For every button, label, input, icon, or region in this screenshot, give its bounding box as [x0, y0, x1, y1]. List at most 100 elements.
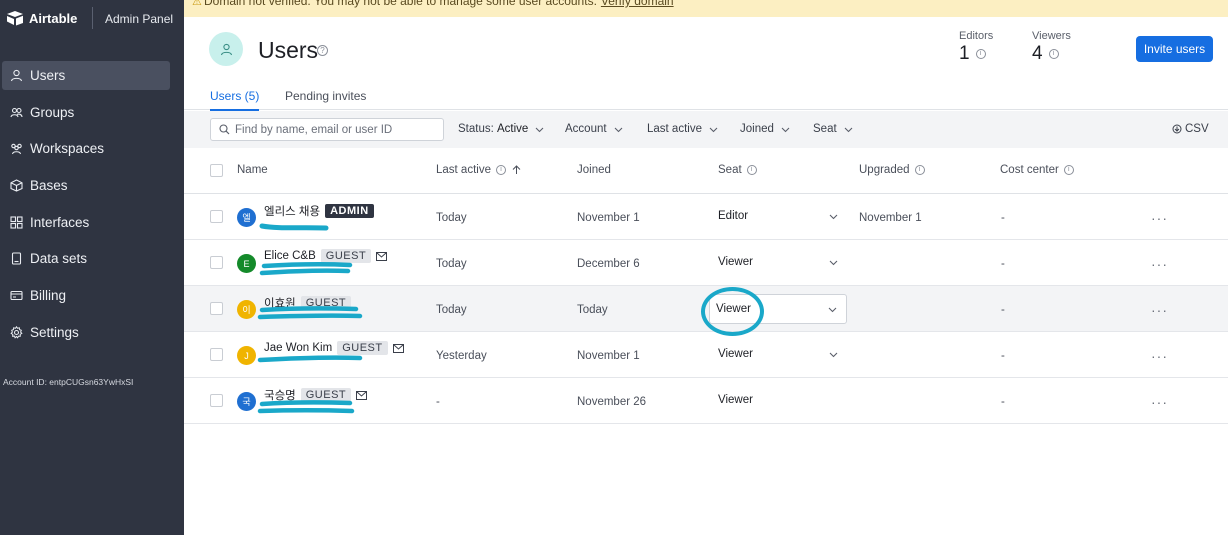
info-icon[interactable]: i: [495, 165, 506, 175]
sidebar-item-groups[interactable]: Groups: [2, 98, 170, 127]
column-header-cost-center[interactable]: Cost center i: [1000, 164, 1074, 176]
sidebar-item-label: Interfaces: [30, 214, 90, 230]
grid-icon: [10, 216, 23, 229]
last-active-cell: Today: [436, 304, 467, 316]
groups-icon: [10, 106, 23, 119]
avatar: 국: [237, 392, 256, 411]
last-active-filter[interactable]: Last active: [647, 123, 718, 135]
table-header: Name Last active i Joined Seat i Upgraded i…: [184, 148, 1228, 194]
joined-cell: November 1: [577, 212, 640, 224]
card-icon: [10, 289, 23, 302]
column-header-last-active[interactable]: Last active i: [436, 164, 521, 176]
seat-select[interactable]: Viewer: [712, 347, 842, 364]
table-row[interactable]: 엘 엘리스 채용 ADMIN Today November 1 Editor No…: [184, 194, 1228, 240]
more-options-icon[interactable]: ···: [1151, 256, 1168, 272]
sidebar-item-interfaces[interactable]: Interfaces: [2, 208, 170, 237]
joined-cell: November 26: [577, 396, 647, 408]
mail-icon: [392, 343, 404, 353]
sidebar-item-bases[interactable]: Bases: [2, 171, 170, 200]
redaction-scribble: [259, 262, 353, 276]
seat-value: Viewer: [718, 256, 753, 268]
sidebar-item-label: Settings: [30, 324, 79, 340]
viewers-label: Viewers: [1032, 30, 1071, 42]
sidebar: Airtable Admin Panel Users Groups Worksp…: [0, 0, 184, 535]
sidebar-item-label: Bases: [30, 178, 68, 194]
chevron-down-icon: [829, 352, 838, 358]
info-icon[interactable]: i: [746, 165, 757, 175]
status-filter[interactable]: Status: Active: [458, 123, 544, 135]
chevron-down-icon: [709, 127, 718, 132]
upgraded-cell: November 1: [859, 212, 922, 224]
sidebar-item-users[interactable]: Users: [2, 61, 170, 90]
row-checkbox[interactable]: [210, 348, 223, 361]
info-icon[interactable]: i: [914, 165, 925, 175]
info-icon[interactable]: i: [975, 49, 986, 59]
row-checkbox[interactable]: [210, 394, 223, 407]
banner-message: Domain not verified. You may not be able…: [204, 0, 597, 8]
admin-panel: Airtable Admin Panel Users Groups Worksp…: [0, 0, 1228, 535]
avatar: 이: [237, 300, 256, 319]
row-checkbox[interactable]: [210, 302, 223, 315]
help-icon[interactable]: ?: [317, 45, 328, 56]
info-icon[interactable]: i: [1048, 49, 1059, 59]
more-options-icon[interactable]: ···: [1151, 348, 1168, 364]
joined-filter[interactable]: Joined: [740, 123, 790, 135]
editors-count: 1: [959, 43, 970, 64]
mail-icon: [376, 251, 388, 261]
search-box[interactable]: [210, 118, 444, 141]
more-options-icon[interactable]: ···: [1151, 394, 1168, 410]
sidebar-item-label: Data sets: [30, 251, 88, 267]
domain-warning-banner: ⚠ Domain not verified. You may not be ab…: [184, 0, 1228, 17]
row-checkbox[interactable]: [210, 210, 223, 223]
verify-domain-link[interactable]: Verify domain: [601, 0, 674, 8]
banner-text: Domain not verified. You may not be able…: [204, 0, 674, 8]
brand-name: Airtable: [29, 10, 78, 26]
user-icon: [220, 43, 232, 55]
export-csv-button[interactable]: CSV: [1172, 123, 1209, 135]
last-active-cell: -: [436, 396, 440, 408]
cost-center-cell: -: [1001, 258, 1005, 270]
table-row[interactable]: J Jae Won Kim GUEST Yesterday November 1 …: [184, 332, 1228, 378]
chevron-down-icon: [828, 307, 837, 313]
chevron-down-icon: [844, 127, 853, 132]
annotation-circle: [701, 287, 764, 336]
filter-bar: Status: Active Account Last active Joine…: [184, 111, 1228, 148]
more-options-icon[interactable]: ···: [1151, 210, 1168, 226]
select-all-checkbox[interactable]: [210, 164, 223, 177]
seat-select[interactable]: Viewer: [712, 255, 842, 272]
seat-select[interactable]: Viewer: [712, 393, 842, 410]
info-icon[interactable]: i: [1063, 165, 1074, 175]
redaction-scribble: [257, 400, 355, 414]
column-header-seat[interactable]: Seat i: [718, 164, 757, 176]
joined-filter-label: Joined: [740, 123, 774, 135]
account-filter[interactable]: Account: [565, 123, 623, 135]
table-row[interactable]: E Elice C&B GUEST Today December 6 Viewer…: [184, 240, 1228, 286]
sidebar-item-label: Workspaces: [30, 141, 105, 157]
warning-icon: ⚠: [192, 0, 202, 8]
seat-value: Editor: [718, 210, 749, 222]
seat-filter[interactable]: Seat: [813, 123, 853, 135]
table-row[interactable]: 국 국승명 GUEST - November 26 Viewer - ···: [184, 378, 1228, 424]
column-header-joined[interactable]: Joined: [577, 164, 611, 176]
role-badge: ADMIN: [325, 204, 374, 218]
search-input[interactable]: [235, 123, 435, 136]
seat-select[interactable]: Editor: [712, 209, 842, 226]
sidebar-item-workspaces[interactable]: Workspaces: [2, 134, 170, 163]
seat-value: Viewer: [718, 394, 753, 406]
joined-cell: Today: [577, 304, 608, 316]
last-active-filter-label: Last active: [647, 123, 702, 135]
sidebar-item-settings[interactable]: Settings: [2, 318, 170, 347]
column-header-name[interactable]: Name: [237, 164, 268, 176]
more-options-icon[interactable]: ···: [1151, 302, 1168, 318]
brand[interactable]: Airtable Admin Panel: [6, 7, 173, 29]
column-header-upgraded[interactable]: Upgraded i: [859, 164, 925, 176]
avatar: 엘: [237, 208, 256, 227]
tab-pending-invites[interactable]: Pending invites: [285, 89, 366, 103]
status-filter-label: Status:: [458, 123, 494, 135]
row-checkbox[interactable]: [210, 256, 223, 269]
sidebar-item-data-sets[interactable]: Data sets: [2, 244, 170, 273]
sidebar-item-billing[interactable]: Billing: [2, 281, 170, 310]
tab-users[interactable]: Users (5): [210, 89, 260, 111]
joined-cell: November 1: [577, 350, 640, 362]
invite-users-button[interactable]: Invite users: [1136, 36, 1213, 62]
